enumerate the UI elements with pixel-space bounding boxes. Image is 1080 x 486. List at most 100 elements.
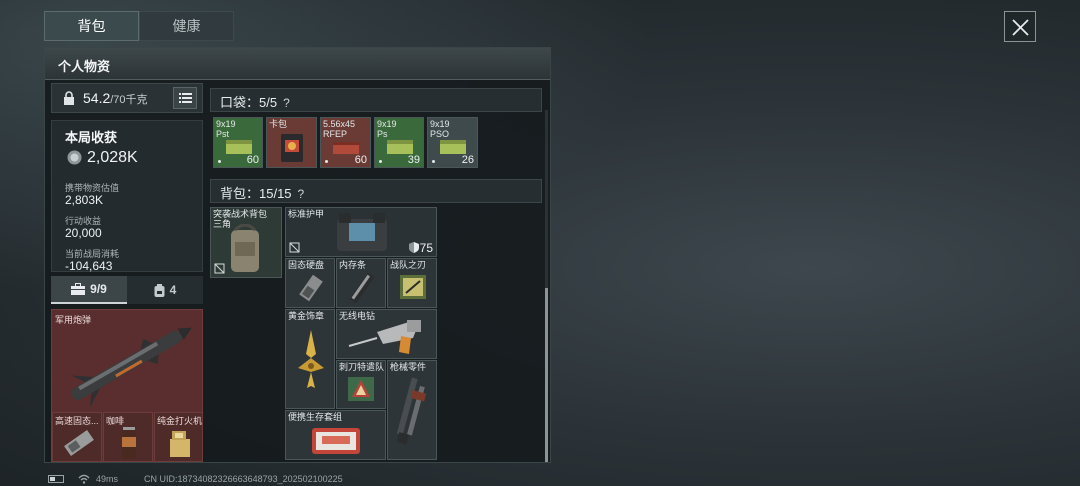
inventory-item[interactable]: 标准护甲 75 bbox=[285, 207, 437, 257]
close-icon bbox=[1012, 19, 1029, 36]
inventory-item[interactable]: 战队之刃 bbox=[387, 258, 437, 308]
weight-current: 54.2 bbox=[83, 90, 111, 106]
panel-title: 个人物资 bbox=[45, 48, 550, 80]
gun-parts-icon bbox=[396, 377, 427, 445]
backpack-icon bbox=[154, 283, 165, 297]
pocket-header: 口袋：5/5? bbox=[210, 88, 542, 112]
player-uid: CN UID:18734082326663648793_202502100225 bbox=[144, 474, 343, 484]
inventory-item[interactable]: 高速固态... bbox=[52, 412, 102, 461]
item-label: 内存条 bbox=[339, 260, 367, 270]
item-quantity: 60 bbox=[246, 154, 259, 166]
safebox-count: 9/9 bbox=[90, 282, 107, 296]
no-insure-icon bbox=[289, 242, 300, 253]
item-label: 固态硬盘 bbox=[288, 260, 325, 270]
weight-box: 54.2/70千克 bbox=[51, 83, 203, 113]
coffee-can-icon bbox=[122, 427, 136, 459]
ssd-icon bbox=[64, 430, 94, 456]
item-marker bbox=[218, 160, 221, 163]
armor-durability: 75 bbox=[419, 241, 433, 255]
safebox-grid: 军用炮弹 高速固态... 咖啡 纯金打火机 bbox=[51, 309, 203, 462]
item-label: 战队之刃 bbox=[390, 260, 427, 270]
inventory-item[interactable]: 枪械零件 bbox=[387, 360, 437, 460]
help-icon[interactable]: ? bbox=[283, 96, 290, 110]
inventory-item[interactable]: 刺刀特遣队 bbox=[336, 360, 386, 409]
backpack-capacity: 背包：15/15 bbox=[220, 186, 292, 201]
tab-health[interactable]: 健康 bbox=[139, 11, 234, 41]
tab-safebox[interactable]: 9/9 bbox=[51, 276, 127, 304]
item-label: 标准护甲 bbox=[288, 209, 325, 219]
inventory-item[interactable]: 9x19 Pst 60 bbox=[213, 117, 263, 168]
coin-icon bbox=[67, 150, 82, 165]
wifi-icon bbox=[78, 474, 90, 484]
inventory-item[interactable]: 9x19 PSO 26 bbox=[427, 117, 478, 168]
scrollbar-thumb[interactable] bbox=[545, 288, 548, 462]
tab-backpack-container[interactable]: 4 bbox=[127, 276, 203, 304]
item-quantity: 39 bbox=[407, 154, 420, 166]
ping-value: 49ms bbox=[96, 474, 119, 484]
item-label: 枪械零件 bbox=[390, 362, 427, 372]
backpack-header: 背包：15/15? bbox=[210, 179, 542, 203]
item-label: 纯金打火机 bbox=[157, 416, 203, 426]
inventory-item[interactable]: 卡包 bbox=[266, 117, 317, 168]
backpack-count: 4 bbox=[169, 283, 177, 297]
gain-title: 本局收获 bbox=[65, 130, 118, 145]
blade-box-icon bbox=[400, 275, 426, 299]
gain-value: 2,028K bbox=[87, 149, 138, 166]
ssd-icon bbox=[299, 274, 323, 302]
survival-kit-icon bbox=[312, 428, 360, 454]
stats-box: 本局收获 2,028K 携带物资估值 2,803K 行动收益 20,000 当前… bbox=[51, 120, 203, 273]
card-pack-icon bbox=[281, 134, 303, 162]
close-button[interactable] bbox=[1004, 11, 1036, 42]
item-label: 咖啡 bbox=[106, 416, 125, 426]
status-bar: 49ms CN UID:18734082326663648793_2025021… bbox=[48, 472, 343, 486]
weight-lock-icon bbox=[64, 91, 74, 105]
tactical-backpack-icon bbox=[231, 224, 259, 272]
ammo-box-icon bbox=[226, 140, 252, 154]
inventory-item[interactable]: 无线电钻 bbox=[336, 309, 437, 359]
item-label: 刺刀特遣队 bbox=[339, 362, 385, 372]
list-view-button[interactable] bbox=[173, 87, 197, 109]
help-icon[interactable]: ? bbox=[298, 187, 305, 201]
stat-value: 2,803K bbox=[65, 193, 104, 207]
battery-icon bbox=[48, 475, 64, 483]
missile-icon[interactable] bbox=[52, 310, 203, 410]
item-label: 便携生存套组 bbox=[288, 412, 343, 422]
inventory-item[interactable]: 突袭战术背包 三角 bbox=[210, 207, 282, 278]
armor-vest-icon bbox=[337, 213, 387, 251]
container-tabs: 9/9 4 bbox=[51, 276, 203, 304]
item-label: 5.56x45 RFEP bbox=[323, 119, 356, 139]
briefcase-icon bbox=[71, 283, 86, 295]
inventory-item[interactable]: 9x19 Ps 39 bbox=[374, 117, 424, 168]
item-quantity: 60 bbox=[354, 154, 367, 166]
inventory-item[interactable]: 便携生存套组 bbox=[285, 410, 386, 460]
item-label: 卡包 bbox=[269, 119, 288, 129]
list-icon bbox=[179, 93, 192, 103]
inventory-item[interactable]: 黄金饰章 bbox=[285, 309, 335, 409]
inventory-item[interactable]: 固态硬盘 bbox=[285, 258, 335, 308]
top-tabs: 背包 健康 bbox=[44, 11, 234, 41]
item-marker bbox=[432, 160, 435, 163]
weight-value: 54.2/70千克 bbox=[83, 90, 148, 107]
cordless-drill-icon bbox=[348, 320, 421, 354]
ammo-box-icon bbox=[440, 140, 466, 154]
pocket-capacity: 口袋：5/5 bbox=[220, 95, 278, 110]
item-marker bbox=[325, 160, 328, 163]
inventory-item[interactable]: 咖啡 bbox=[103, 412, 153, 461]
weight-max: /70千克 bbox=[110, 94, 148, 106]
shield-icon bbox=[409, 242, 419, 253]
stat-value: 20,000 bbox=[65, 226, 102, 240]
item-label: 高速固态... bbox=[55, 416, 99, 426]
bayonet-kit-icon bbox=[348, 377, 374, 401]
item-label: 黄金饰章 bbox=[288, 311, 325, 321]
gold-emblem-icon bbox=[298, 330, 324, 388]
item-marker bbox=[379, 160, 382, 163]
ammo-box-icon bbox=[387, 140, 413, 154]
ram-stick-icon bbox=[349, 273, 375, 303]
lighter-icon bbox=[170, 431, 190, 457]
item-quantity: 26 bbox=[461, 154, 474, 166]
no-insure-icon bbox=[214, 263, 225, 274]
tab-backpack[interactable]: 背包 bbox=[44, 11, 139, 41]
inventory-item[interactable]: 纯金打火机 bbox=[154, 412, 203, 461]
inventory-item[interactable]: 5.56x45 RFEP 60 bbox=[320, 117, 371, 168]
inventory-item[interactable]: 内存条 bbox=[336, 258, 386, 308]
